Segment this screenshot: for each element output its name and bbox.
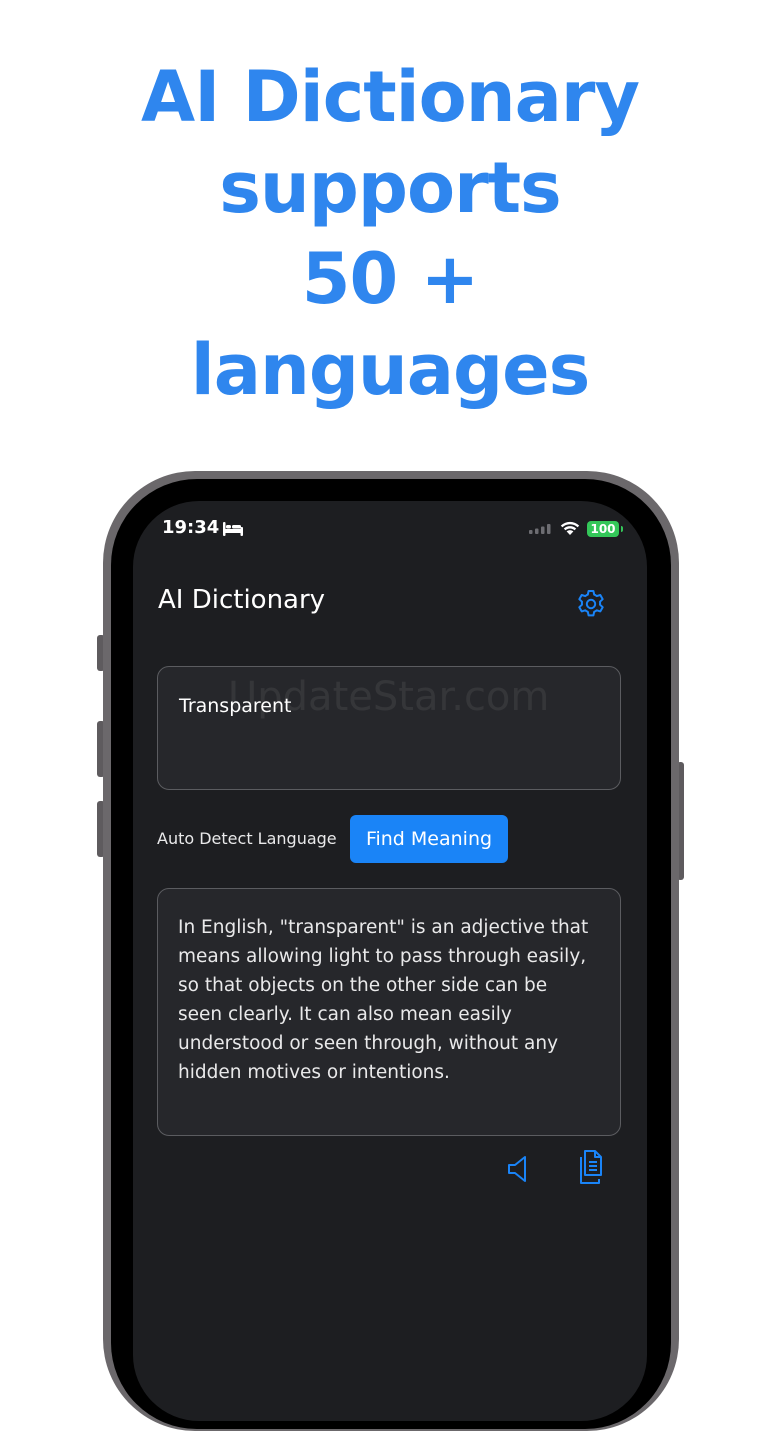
word-input[interactable]: Transparent (157, 666, 621, 790)
promo-line-3: 50 + (301, 238, 479, 320)
signal-icon (529, 524, 551, 534)
language-selector[interactable]: Auto Detect Language (157, 829, 337, 848)
promo-headline: AI Dictionary supports 50 + languages (0, 52, 780, 416)
result-line: seen clearly. It can also mean easily (178, 1004, 512, 1025)
phone-screen: 19:34 100 AI Dictionary Transparent Upda… (133, 501, 647, 1421)
copy-icon[interactable] (575, 1149, 607, 1187)
promo-line-2: supports (219, 147, 561, 229)
result-line: In English, "transparent" is an adjectiv… (178, 917, 589, 938)
status-time: 19:34 (162, 517, 220, 538)
promo-line-1: AI Dictionary (141, 56, 640, 138)
result-panel: In English, "transparent" is an adjectiv… (157, 888, 621, 1136)
promo-line-4: languages (190, 329, 591, 411)
app-title: AI Dictionary (158, 585, 326, 615)
result-text: In English, "transparent" is an adjectiv… (178, 913, 600, 1087)
wifi-icon (560, 521, 580, 535)
result-line: means allowing light to pass through eas… (178, 946, 587, 967)
speaker-icon[interactable] (505, 1153, 533, 1185)
find-meaning-button[interactable]: Find Meaning (350, 815, 508, 863)
battery-indicator: 100 (587, 521, 623, 537)
result-line: hidden motives or intentions. (178, 1062, 450, 1083)
gear-icon[interactable] (575, 588, 607, 620)
bed-icon (223, 522, 243, 536)
result-line: so that objects on the other side can be (178, 975, 548, 996)
result-line: understood or seen through, without any (178, 1033, 559, 1054)
word-input-value: Transparent (179, 695, 292, 717)
